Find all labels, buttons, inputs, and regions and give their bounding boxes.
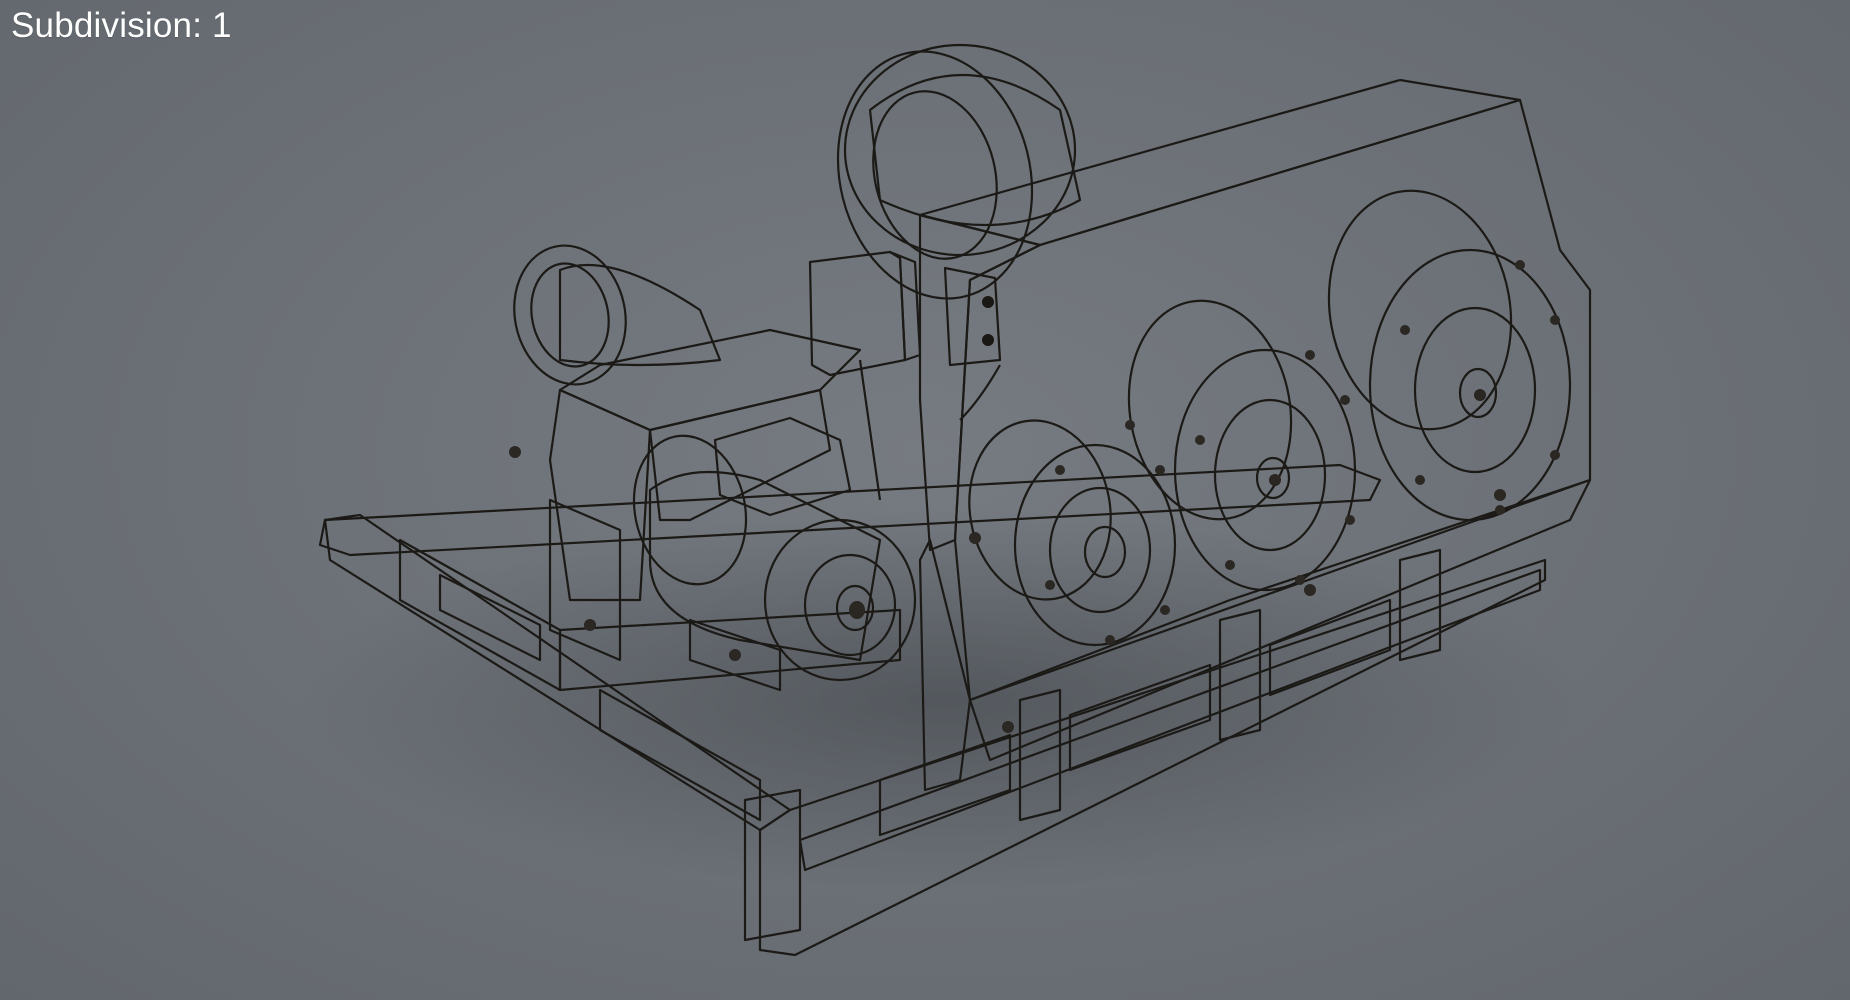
cable-conduit — [858, 359, 882, 501]
subdivision-level-label: Subdivision: 1 — [11, 6, 232, 45]
3d-viewport[interactable]: Subdivision: 1 — [0, 0, 1850, 1000]
ground-shadow — [300, 510, 1580, 890]
left-cable-drum — [513, 244, 722, 386]
junction-box-left — [808, 250, 922, 377]
winch-model-render — [300, 43, 1592, 957]
